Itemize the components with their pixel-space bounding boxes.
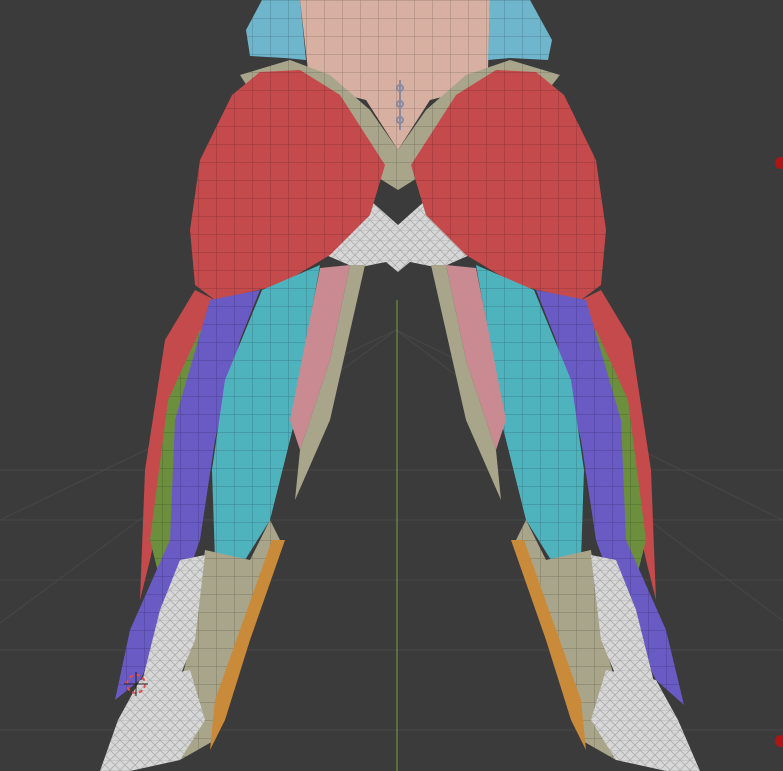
right-leg (431, 265, 700, 771)
latissimus-left (246, 0, 306, 60)
latissimus-right (488, 0, 552, 60)
light-marker-icon[interactable] (775, 157, 783, 169)
spine-line (396, 80, 404, 130)
viewport-canvas[interactable] (0, 0, 783, 771)
light-marker-icon[interactable] (775, 735, 783, 747)
3d-viewport[interactable] (0, 0, 783, 771)
left-leg (100, 265, 365, 771)
